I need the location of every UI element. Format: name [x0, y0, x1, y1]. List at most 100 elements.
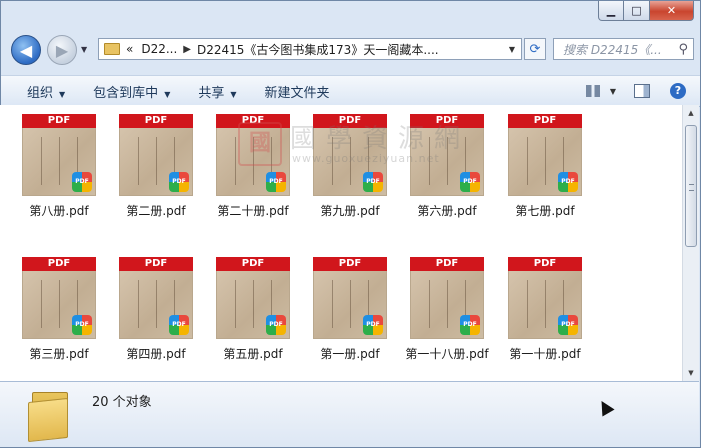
change-view-icon[interactable]	[585, 85, 600, 97]
pdf-app-icon: PDF	[558, 315, 578, 335]
breadcrumb-current[interactable]: D22415《古今图书集成173》天一阁藏本....	[197, 41, 439, 58]
scrollbar-thumb[interactable]	[685, 125, 697, 247]
file-name: 第一十八册.pdf	[405, 347, 489, 361]
pdf-app-icon: PDF	[460, 315, 480, 335]
help-icon[interactable]: ?	[670, 83, 686, 99]
refresh-button[interactable]: ⟳	[524, 38, 546, 60]
pdf-app-icon: PDF	[363, 172, 383, 192]
file-item[interactable]: PDF PDF 第三册.pdf	[13, 257, 105, 362]
file-item[interactable]: PDF PDF 第九册.pdf	[304, 114, 396, 219]
pdf-banner: PDF	[508, 114, 582, 128]
command-bar: 组织 ▼ 包含到库中 ▼ 共享 ▼ 新建文件夹 ▼ ?	[1, 75, 700, 107]
view-dropdown-icon[interactable]: ▼	[610, 87, 616, 96]
file-item[interactable]: PDF PDF 第六册.pdf	[401, 114, 493, 219]
file-item[interactable]: PDF PDF 第二十册.pdf	[207, 114, 299, 219]
pdf-banner: PDF	[216, 114, 290, 128]
file-name: 第二册.pdf	[126, 204, 186, 218]
chevron-right-icon[interactable]: ▶	[183, 44, 191, 55]
file-name: 第七册.pdf	[515, 204, 575, 218]
pdf-app-icon: PDF	[558, 172, 578, 192]
file-name: 第九册.pdf	[320, 204, 380, 218]
folder-icon	[28, 390, 72, 443]
file-name: 第八册.pdf	[29, 204, 89, 218]
pdf-thumbnail: PDF PDF	[313, 114, 387, 196]
preview-pane-icon[interactable]	[634, 84, 650, 98]
pdf-app-icon: PDF	[169, 315, 189, 335]
pdf-app-icon: PDF	[72, 315, 92, 335]
pdf-banner: PDF	[119, 114, 193, 128]
details-pane: 20 个对象	[0, 381, 699, 447]
pdf-thumbnail: PDF PDF	[119, 114, 193, 196]
pdf-thumbnail: PDF PDF	[313, 257, 387, 339]
pdf-thumbnail: PDF PDF	[508, 114, 582, 196]
file-item[interactable]: PDF PDF 第一册.pdf	[304, 257, 396, 362]
pdf-app-icon: PDF	[363, 315, 383, 335]
new-folder-label: 新建文件夹	[264, 85, 330, 101]
vertical-scrollbar[interactable]: ▲ ▼	[682, 105, 699, 381]
pdf-banner: PDF	[410, 114, 484, 128]
pdf-app-icon: PDF	[72, 172, 92, 192]
scroll-up-icon[interactable]: ▲	[683, 105, 699, 121]
search-input[interactable]: 搜索 D22415《... ⚲	[553, 38, 694, 60]
share-label: 共享	[198, 85, 225, 101]
pdf-thumbnail: PDF PDF	[22, 114, 96, 196]
file-item[interactable]: PDF PDF 第二册.pdf	[110, 114, 202, 219]
pdf-banner: PDF	[508, 257, 582, 271]
new-folder-button[interactable]: 新建文件夹	[251, 82, 344, 101]
address-dropdown-icon[interactable]: ▼	[509, 45, 515, 54]
file-name: 第六册.pdf	[417, 204, 477, 218]
scroll-down-icon[interactable]: ▼	[683, 365, 699, 381]
file-item[interactable]: PDF PDF 第五册.pdf	[207, 257, 299, 362]
item-count: 20 个对象	[92, 395, 152, 410]
chevron-down-icon: ▼	[164, 89, 171, 99]
file-name: 第一册.pdf	[320, 347, 380, 361]
breadcrumb-parent[interactable]: D22...	[141, 42, 177, 56]
file-item[interactable]: PDF PDF 第八册.pdf	[13, 114, 105, 219]
pdf-thumbnail: PDF PDF	[216, 257, 290, 339]
search-placeholder: 搜索 D22415《...	[563, 42, 662, 57]
file-name: 第二十册.pdf	[217, 204, 289, 218]
chevron-down-icon: ▼	[230, 89, 237, 99]
pdf-banner: PDF	[410, 257, 484, 271]
pdf-thumbnail: PDF PDF	[508, 257, 582, 339]
file-item[interactable]: PDF PDF 第四册.pdf	[110, 257, 202, 362]
pdf-app-icon: PDF	[266, 172, 286, 192]
address-bar[interactable]: « D22... ▶ D22415《古今图书集成173》天一阁藏本.... ▼	[98, 38, 522, 60]
pdf-banner: PDF	[216, 257, 290, 271]
include-library-label: 包含到库中	[93, 85, 159, 101]
file-list[interactable]: PDF PDF 第八册.pdf PDF PDF 第二册.pdf PDF PDF 第二十册.pdf…	[0, 105, 682, 381]
grip-icon	[689, 184, 694, 191]
pdf-app-icon: PDF	[266, 315, 286, 335]
include-in-library-menu[interactable]: 包含到库中 ▼	[79, 82, 184, 101]
breadcrumb-overflow[interactable]: «	[126, 42, 133, 56]
caption-buttons: ▁ □ ✕	[598, 1, 694, 21]
back-button[interactable]: ◀	[11, 35, 41, 65]
navigation-bar: ◀ ▶ ▼ « D22... ▶ D22415《古今图书集成173》天一阁藏本.…	[1, 31, 700, 69]
forward-button[interactable]: ▶	[47, 35, 77, 65]
file-name: 第四册.pdf	[126, 347, 186, 361]
pdf-thumbnail: PDF PDF	[410, 114, 484, 196]
file-item[interactable]: PDF PDF 第七册.pdf	[499, 114, 591, 219]
file-item[interactable]: PDF PDF 第一十八册.pdf	[401, 257, 493, 362]
pdf-thumbnail: PDF PDF	[119, 257, 193, 339]
share-menu[interactable]: 共享 ▼	[184, 82, 250, 101]
pdf-banner: PDF	[313, 257, 387, 271]
pdf-app-icon: PDF	[460, 172, 480, 192]
pdf-thumbnail: PDF PDF	[410, 257, 484, 339]
maximize-button[interactable]: □	[624, 1, 650, 21]
folder-icon	[104, 43, 120, 55]
close-button[interactable]: ✕	[650, 1, 694, 21]
search-icon[interactable]: ⚲	[678, 42, 688, 57]
pdf-app-icon: PDF	[169, 172, 189, 192]
pdf-banner: PDF	[119, 257, 193, 271]
recent-pages-dropdown[interactable]: ▼	[81, 45, 87, 54]
pdf-thumbnail: PDF PDF	[216, 114, 290, 196]
file-item[interactable]: PDF PDF 第一十册.pdf	[499, 257, 591, 362]
organize-label: 组织	[27, 85, 54, 101]
pdf-banner: PDF	[22, 114, 96, 128]
organize-menu[interactable]: 组织 ▼	[13, 82, 79, 101]
minimize-button[interactable]: ▁	[598, 1, 624, 21]
file-name: 第五册.pdf	[223, 347, 283, 361]
chevron-down-icon: ▼	[59, 89, 66, 99]
file-name: 第一十册.pdf	[509, 347, 581, 361]
